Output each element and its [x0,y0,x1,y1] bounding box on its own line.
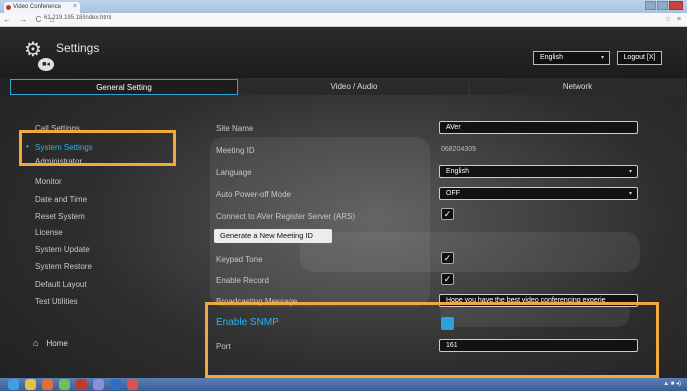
chevron-down-icon: ▾ [600,55,604,61]
tab-video-audio[interactable]: Video / Audio [240,79,468,95]
sidebar-item-default-layout[interactable]: Default Layout [35,280,87,289]
background-camera-bar [300,232,640,272]
app-icon[interactable] [59,379,70,390]
app-header: ⚙ Settings ■◂ English ▾ Logout [X] [0,27,687,78]
sidebar-item-reset-system[interactable]: Reset System [35,212,85,221]
maximize-icon[interactable] [657,1,668,10]
browser-tab-title: Video Conference [13,4,61,10]
chevron-down-icon: ▾ [628,169,632,175]
highlight-box-system-settings [19,130,176,166]
window-close-icon[interactable] [669,1,683,10]
home-label: Home [46,339,68,348]
taskbar-icons [8,379,138,390]
address-bar: ← → C ⌂ 61.219.195.18/index.html ☆ ≡ [0,13,687,27]
camera-icon[interactable]: ■◂ [38,58,54,71]
page-title: Settings [56,41,100,55]
enable-record-label: Enable Record [216,276,269,285]
language-dropdown-value: English [446,168,469,175]
sidebar-item-license[interactable]: License [35,228,63,237]
logout-button[interactable]: Logout [X] [617,51,662,65]
checkmark-icon: ✓ [443,209,452,219]
browser-tab[interactable]: Video Conference × [4,2,80,13]
app-icon[interactable] [127,379,138,390]
checkmark-icon: ✓ [443,253,452,263]
site-name-input[interactable]: AVer [439,121,638,134]
auto-power-off-dropdown[interactable]: OFF ▾ [439,187,638,200]
chrome-icon[interactable] [76,379,87,390]
app-icon[interactable] [93,379,104,390]
language-label: Language [216,168,252,177]
meeting-id-value: 068204309 [441,146,477,153]
language-select-value: English [540,54,563,61]
enable-record-checkbox[interactable]: ✓ [441,273,454,285]
sidebar-item-test-utilities[interactable]: Test Utilities [35,297,78,306]
keypad-tone-label: Keypad Tone [216,255,263,264]
ars-label: Connect to AVer Register Server (ARS) [216,212,356,221]
home-link[interactable]: ⌂ Home [33,338,68,348]
bookmark-icons[interactable]: ☆ ≡ [665,15,683,23]
sidebar-item-system-restore[interactable]: System Restore [35,262,92,271]
system-tray[interactable]: ▲ ■ ◂) [663,380,681,387]
home-icon: ⌂ [33,338,39,348]
minimize-icon[interactable] [645,1,656,10]
language-dropdown[interactable]: English ▾ [439,165,638,178]
auto-power-off-value: OFF [446,190,460,197]
start-icon[interactable] [8,379,19,390]
chevron-down-icon: ▾ [628,191,632,197]
sidebar-item-monitor[interactable]: Monitor [35,177,62,186]
explorer-icon[interactable] [25,379,36,390]
highlight-box-snmp [205,302,659,378]
tab-network[interactable]: Network [470,79,685,95]
tab-close-icon[interactable]: × [73,3,77,10]
checkmark-icon: ✓ [443,274,452,284]
browser-tab-bar: Video Conference × [0,0,687,13]
language-select[interactable]: English ▾ [533,51,610,65]
media-icon[interactable] [42,379,53,390]
gear-icon: ⚙ [24,39,42,61]
url-field[interactable]: 61.219.195.18/index.html [44,15,111,21]
os-taskbar: ▲ ■ ◂) [0,378,687,391]
settings-tabs: General Setting Video / Audio Network [0,79,687,95]
auto-power-off-label: Auto Power-off Mode [216,190,292,199]
settings-app: ⚙ Settings ■◂ English ▾ Logout [X] Gener… [0,27,687,378]
window-controls [645,1,683,10]
favicon-icon [6,5,11,10]
word-icon[interactable] [110,379,121,390]
sidebar-item-system-update[interactable]: System Update [35,245,90,254]
sidebar-item-date-and-time[interactable]: Date and Time [35,195,87,204]
tab-general-setting[interactable]: General Setting [10,79,238,95]
meeting-id-label: Meeting ID [216,146,255,155]
site-name-label: Site Name [216,124,254,133]
generate-meeting-id-button[interactable]: Generate a New Meeting ID [214,229,332,243]
keypad-tone-checkbox[interactable]: ✓ [441,252,454,264]
ars-checkbox[interactable]: ✓ [441,208,454,220]
